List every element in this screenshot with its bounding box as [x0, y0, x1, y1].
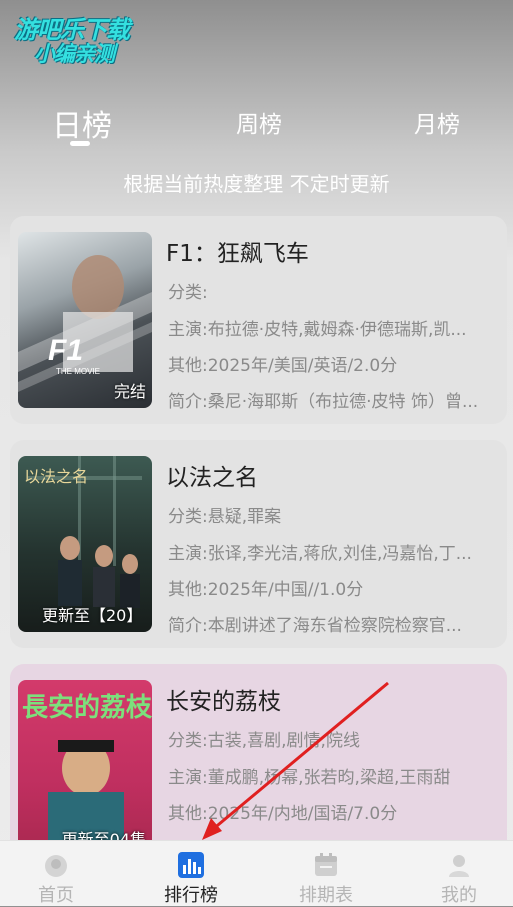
- svg-text:F1: F1: [48, 334, 83, 367]
- nav-home-label: 首页: [38, 885, 74, 906]
- poster-image[interactable]: 長安的荔枝 更新至04集: [18, 680, 152, 856]
- intro-row: 简介:桑尼·海耶斯（布拉德·皮特 饰）曾...: [168, 392, 479, 412]
- ranking-subtitle: 根据当前热度整理 不定时更新: [123, 172, 390, 196]
- intro-row: 简介:本剧讲述了海东省检察院检察官...: [168, 616, 462, 636]
- cast-row: 主演:董成鹏,杨幂,张若昀,梁超,王雨甜: [168, 768, 451, 788]
- tab-monthly[interactable]: 月榜: [414, 105, 460, 139]
- svg-text:THE MOVIE: THE MOVIE: [56, 367, 100, 376]
- cast-row: 主演:张译,李光洁,蒋欣,刘佳,冯嘉怡,丁...: [168, 544, 472, 564]
- nav-mine[interactable]: 我的: [409, 841, 509, 906]
- active-tab-indicator: [70, 141, 90, 146]
- other-row: 其他:2025年/中国//1.0分: [168, 580, 364, 600]
- nav-ranking-label: 排行榜: [164, 885, 218, 906]
- cast-row: 主演:布拉德·皮特,戴姆森·伊德瑞斯,凯...: [168, 320, 467, 340]
- nav-schedule[interactable]: 排期表: [276, 841, 376, 906]
- svg-text:以法之名: 以法之名: [24, 467, 88, 486]
- tab-weekly[interactable]: 周榜: [236, 105, 282, 139]
- calendar-icon: [315, 853, 337, 876]
- category-row: 分类:古装,喜剧,剧情,院线: [168, 731, 360, 751]
- item-title[interactable]: 以法之名: [166, 458, 258, 492]
- other-row: 其他:2025年/内地/国语/7.0分: [168, 804, 398, 824]
- status-badge: 完结: [113, 382, 146, 401]
- ranking-card[interactable]: F1 THE MOVIE 完结 F1：狂飙飞车 分类: 主演:布拉德·皮特,戴姆…: [10, 216, 507, 424]
- poster-image[interactable]: F1 THE MOVIE 完结: [18, 232, 152, 408]
- home-icon: [45, 855, 67, 877]
- item-title[interactable]: 长安的荔枝: [166, 682, 281, 716]
- nav-schedule-label: 排期表: [299, 885, 353, 906]
- svg-text:長安的荔枝: 長安的荔枝: [22, 692, 152, 723]
- ranking-card[interactable]: 以法之名 更新至【20】 以法之名 分类:悬疑,罪案 主演:张译,李光洁,蒋欣,…: [10, 440, 507, 648]
- category-row: 分类:: [168, 283, 208, 303]
- ranking-tabs: 日榜 周榜 月榜: [0, 95, 513, 155]
- nav-home[interactable]: 首页: [6, 841, 106, 906]
- nav-ranking[interactable]: 排行榜: [141, 841, 241, 906]
- poster-image[interactable]: 以法之名 更新至【20】: [18, 456, 152, 632]
- bottom-navigation: 首页 排行榜 排期表 我的: [0, 840, 513, 906]
- nav-mine-label: 我的: [441, 885, 477, 906]
- user-icon: [449, 855, 469, 877]
- other-row: 其他:2025年/美国/英语/2.0分: [168, 356, 398, 376]
- tab-daily[interactable]: 日榜: [52, 101, 112, 145]
- ranking-chart-icon: [178, 852, 204, 878]
- item-title[interactable]: F1：狂飙飞车: [166, 234, 309, 268]
- watermark-line-2: 小编亲测: [34, 42, 115, 66]
- status-badge: 更新至【20】: [42, 606, 143, 625]
- category-row: 分类:悬疑,罪案: [168, 507, 282, 527]
- watermark-logo: 游吧乐下载 小编亲测: [14, 10, 144, 70]
